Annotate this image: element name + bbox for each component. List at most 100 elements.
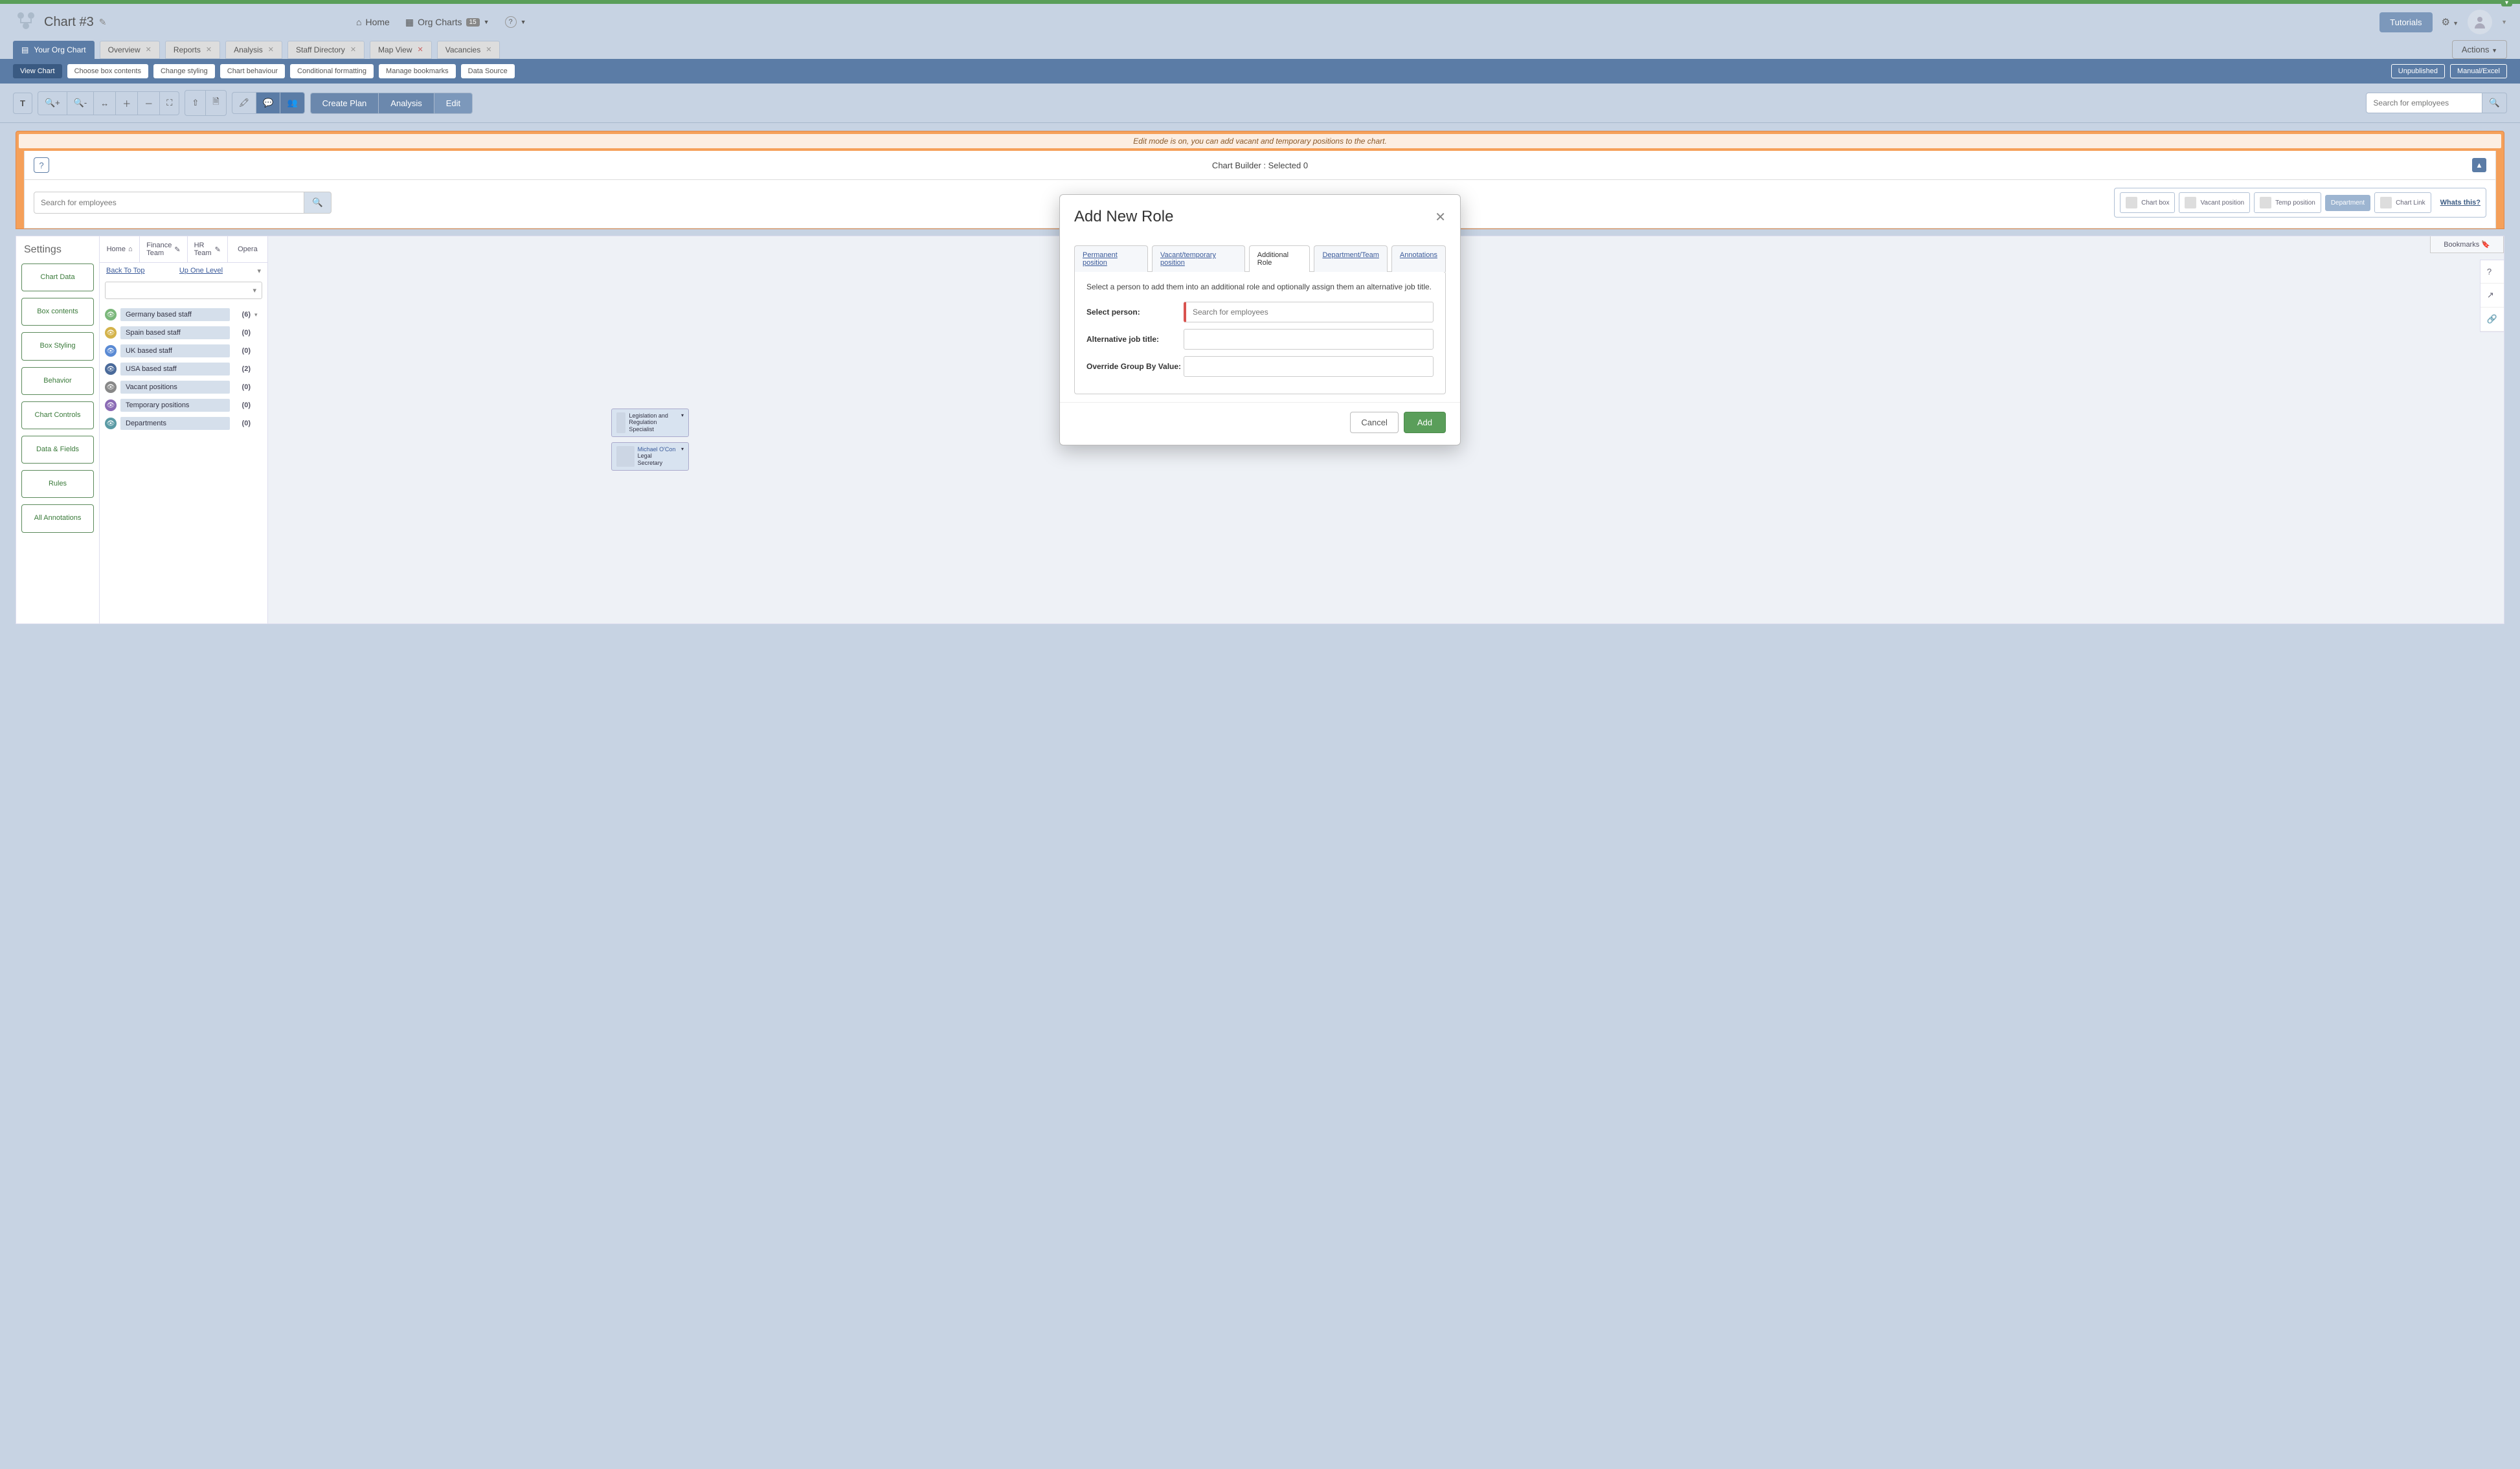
nav-org-charts[interactable]: ▦ Org Charts 15 ▼ (405, 17, 489, 28)
chevron-down-icon[interactable]: ▾ (257, 267, 261, 275)
layer-row[interactable]: 👁 Temporary positions (0) (105, 396, 262, 414)
midtab-hr[interactable]: HR Team✎ (188, 236, 228, 262)
employee-search-input[interactable] (2366, 93, 2482, 113)
visibility-eye-icon[interactable]: 👁 (105, 399, 117, 411)
midtab-finance[interactable]: Finance Team✎ (140, 236, 187, 262)
alt-title-input[interactable] (1184, 329, 1434, 350)
subtab-change-styling[interactable]: Change styling (153, 64, 215, 78)
box-type-temp[interactable]: Temp position (2254, 192, 2321, 213)
subtab-data-source[interactable]: Data Source (461, 64, 515, 78)
tab-vacancies[interactable]: Vacancies✕ (437, 41, 501, 59)
comment-icon[interactable]: 💬 (256, 93, 280, 113)
highlighter-icon[interactable]: 🖍 (232, 93, 257, 113)
close-icon[interactable]: ✕ (486, 45, 491, 54)
info-icon[interactable]: ? (34, 157, 49, 173)
layer-row[interactable]: 👁 Departments (0) (105, 414, 262, 432)
actions-dropdown[interactable]: Actions ▼ (2452, 40, 2507, 59)
close-icon[interactable]: ✕ (268, 45, 274, 54)
card-menu-icon[interactable]: ▾ (681, 446, 684, 467)
org-chart-card[interactable]: Legislation and Regulation Specialist ▾ (611, 409, 689, 437)
visibility-eye-icon[interactable]: 👁 (105, 363, 117, 375)
visibility-eye-icon[interactable]: 👁 (105, 381, 117, 393)
close-icon[interactable]: ✕ (146, 45, 152, 54)
add-node-icon[interactable]: ＋ (116, 92, 138, 115)
bookmarks-tab[interactable]: Bookmarks 🔖 (2430, 236, 2504, 253)
edit-title-icon[interactable]: ✎ (99, 17, 107, 28)
chevron-down-icon[interactable]: ▼ (2501, 19, 2507, 25)
visibility-eye-icon[interactable]: 👁 (105, 309, 117, 320)
fullscreen-icon[interactable]: ⛶ (160, 92, 179, 115)
close-icon[interactable]: ✕ (206, 45, 212, 54)
subtab-conditional[interactable]: Conditional formatting (290, 64, 374, 78)
status-unpublished[interactable]: Unpublished (2391, 64, 2445, 78)
layer-row[interactable]: 👁 USA based staff (2) (105, 360, 262, 378)
add-button[interactable]: Add (1404, 412, 1446, 433)
close-icon[interactable]: ✕ (418, 45, 423, 54)
chevron-down-icon[interactable]: ▾ (254, 311, 262, 319)
status-manual-excel[interactable]: Manual/Excel (2450, 64, 2507, 78)
remove-node-icon[interactable]: － (138, 92, 160, 115)
share-icon[interactable]: ↗ (2481, 284, 2504, 308)
modal-close-button[interactable]: ✕ (1435, 209, 1446, 225)
setting-box-styling[interactable]: Box Styling (21, 332, 94, 360)
download-icon[interactable]: 🗎 (206, 91, 225, 115)
override-group-input[interactable] (1184, 356, 1434, 377)
subtab-bookmarks[interactable]: Manage bookmarks (379, 64, 456, 78)
help-circle-icon[interactable]: ? (2481, 260, 2504, 284)
card-menu-icon[interactable]: ▾ (681, 412, 684, 433)
tab-analysis[interactable]: Analysis✕ (225, 41, 282, 59)
tab-map-view[interactable]: Map View✕ (370, 41, 432, 59)
visibility-eye-icon[interactable]: 👁 (105, 327, 117, 339)
midtab-ops[interactable]: Opera (228, 236, 267, 262)
builder-search-button[interactable]: 🔍 (304, 192, 332, 214)
analysis-tab[interactable]: Analysis (379, 93, 434, 113)
setting-chart-controls[interactable]: Chart Controls (21, 401, 94, 429)
setting-rules[interactable]: Rules (21, 470, 94, 498)
roletab-annotations[interactable]: Annotations (1391, 245, 1446, 272)
builder-search-input[interactable] (34, 192, 304, 214)
layer-row[interactable]: 👁 Vacant positions (0) (105, 378, 262, 396)
visibility-eye-icon[interactable]: 👁 (105, 345, 117, 357)
user-avatar[interactable] (2468, 10, 2492, 34)
edit-tab[interactable]: Edit (434, 93, 472, 113)
teams-icon[interactable]: 👥 (280, 93, 304, 113)
layer-select-dropdown[interactable]: ▾ (105, 282, 262, 299)
setting-behavior[interactable]: Behavior (21, 367, 94, 395)
box-type-vacant[interactable]: Vacant position (2179, 192, 2250, 213)
visibility-eye-icon[interactable]: 👁 (105, 418, 117, 429)
settings-gear-dropdown[interactable]: ⚙ ▼ (2442, 16, 2459, 28)
setting-data-fields[interactable]: Data & Fields (21, 436, 94, 464)
zoom-in-icon[interactable]: 🔍+ (38, 92, 67, 115)
search-button[interactable]: 🔍 (2482, 93, 2507, 113)
setting-annotations[interactable]: All Annotations (21, 504, 94, 532)
expand-top-icon[interactable]: ▾ (2501, 0, 2512, 6)
create-plan-tab[interactable]: Create Plan (311, 93, 379, 113)
layer-row[interactable]: 👁 Germany based staff (6) ▾ (105, 306, 262, 324)
tab-overview[interactable]: Overview✕ (100, 41, 160, 59)
tab-staff-directory[interactable]: Staff Directory✕ (287, 41, 365, 59)
subtab-chart-behaviour[interactable]: Chart behaviour (220, 64, 285, 78)
tab-reports[interactable]: Reports✕ (165, 41, 220, 59)
collapse-builder-icon[interactable]: ▴ (2472, 158, 2486, 172)
upload-icon[interactable]: ⇧ (185, 91, 206, 115)
roletab-department[interactable]: Department/Team (1314, 245, 1387, 272)
back-to-top-link[interactable]: Back To Top (106, 267, 145, 275)
tutorials-button[interactable]: Tutorials (2379, 12, 2432, 32)
fit-width-icon[interactable]: ↔ (94, 92, 116, 115)
zoom-out-icon[interactable]: 🔍- (67, 92, 95, 115)
nav-home[interactable]: ⌂ Home (356, 17, 390, 27)
box-type-chart[interactable]: Chart box (2120, 192, 2175, 213)
setting-box-contents[interactable]: Box contents (21, 298, 94, 326)
layer-row[interactable]: 👁 Spain based staff (0) (105, 324, 262, 342)
org-chart-card[interactable]: Michael O'Con Legal Secretary ▾ (611, 442, 689, 471)
close-icon[interactable]: ✕ (350, 45, 356, 54)
cancel-button[interactable]: Cancel (1350, 412, 1398, 433)
box-type-department[interactable]: Department (2325, 195, 2370, 211)
link-icon[interactable]: 🔗 (2481, 308, 2504, 331)
roletab-permanent[interactable]: Permanent position (1074, 245, 1148, 272)
whats-this-link[interactable]: Whats this? (2440, 199, 2481, 207)
tab-your-org-chart[interactable]: ▤ Your Org Chart (13, 41, 95, 59)
midtab-home[interactable]: Home⌂ (100, 236, 140, 262)
select-person-input[interactable] (1184, 302, 1434, 322)
up-one-level-link[interactable]: Up One Level (179, 267, 223, 275)
